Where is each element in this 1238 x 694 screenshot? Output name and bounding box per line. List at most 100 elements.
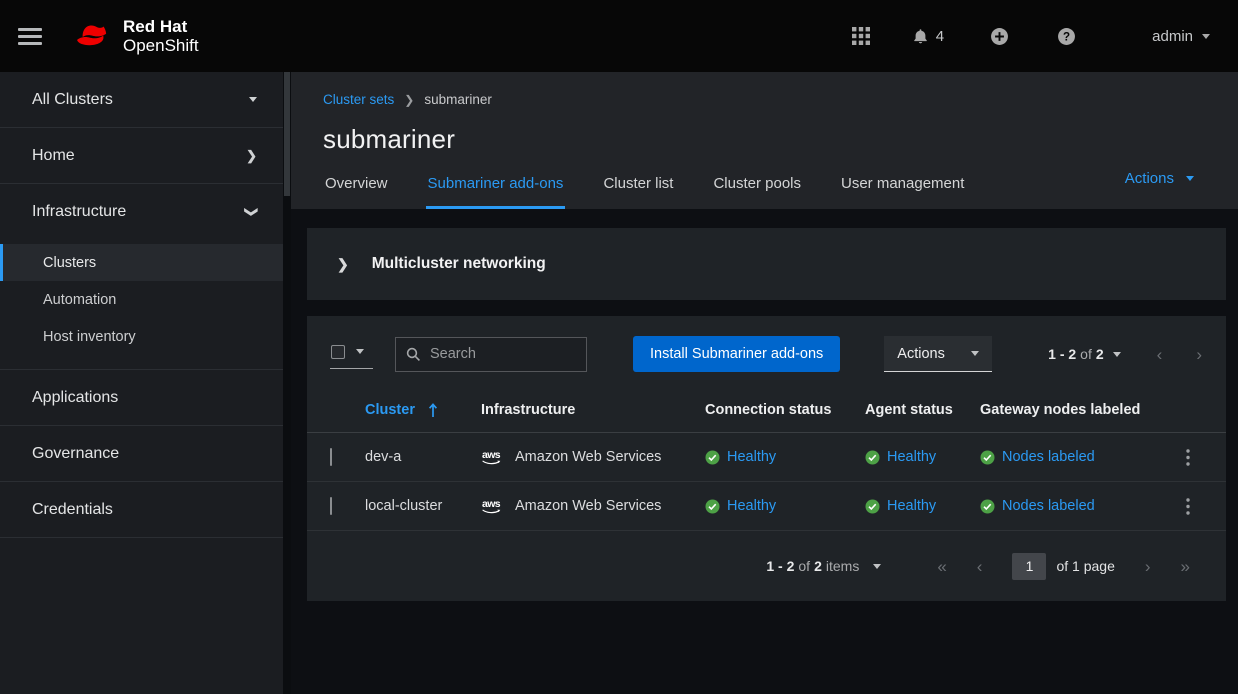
- sidebar-item-host-inventory[interactable]: Host inventory: [0, 318, 283, 355]
- gateway-status-link[interactable]: Nodes labeled: [1002, 449, 1095, 465]
- breadcrumb-link-cluster-sets[interactable]: Cluster sets: [323, 92, 394, 107]
- check-circle-icon: [980, 499, 995, 514]
- sidebar-item-governance[interactable]: Governance: [0, 426, 283, 482]
- sidebar-item-label: Home: [32, 147, 75, 165]
- install-submariner-button[interactable]: Install Submariner add-ons: [633, 336, 840, 372]
- user-menu[interactable]: admin: [1152, 28, 1210, 45]
- sidebar-scrollbar[interactable]: [283, 72, 291, 694]
- bottom-pagination: 1 - 2 of 2 items « ‹ of 1 page › »: [307, 531, 1226, 601]
- aws-icon: aws: [481, 448, 506, 466]
- page-title: submariner: [323, 124, 1198, 155]
- check-circle-icon: [865, 450, 880, 465]
- redhat-hat-icon: [68, 19, 114, 53]
- page-actions-dropdown[interactable]: Actions: [1125, 170, 1194, 187]
- pagination-total: 2: [1096, 346, 1104, 362]
- sidebar-item-clusters[interactable]: Clusters: [0, 244, 283, 281]
- redhat-openshift-logo: Red Hat OpenShift: [68, 17, 199, 55]
- sort-ascending-icon: [428, 403, 438, 418]
- check-circle-icon: [865, 499, 880, 514]
- agent-status-link[interactable]: Healthy: [887, 449, 936, 465]
- caret-down-icon: [356, 349, 364, 354]
- tab-cluster-list[interactable]: Cluster list: [601, 175, 675, 209]
- networking-card-title: Multicluster networking: [372, 255, 546, 273]
- table-header-row: Cluster Infrastructure Connection status…: [307, 388, 1226, 433]
- username: admin: [1152, 28, 1193, 45]
- row-kebab-menu[interactable]: [1182, 494, 1194, 519]
- breadcrumb-separator-icon: ❯: [404, 93, 414, 107]
- aws-icon: aws: [481, 497, 506, 515]
- tab-submariner-add-ons[interactable]: Submariner add-ons: [426, 175, 566, 209]
- brand-line2: OpenShift: [123, 36, 199, 55]
- caret-down-icon: [1186, 176, 1194, 181]
- svg-text:aws: aws: [482, 498, 501, 510]
- search-icon: [406, 347, 421, 362]
- pagination-items-word: items: [826, 558, 859, 574]
- caret-down-icon: [249, 97, 257, 102]
- table-row: dev-a aws Amazon Web Services: [307, 433, 1226, 482]
- prev-page-icon[interactable]: ‹: [977, 558, 983, 575]
- sidebar-item-infrastructure[interactable]: Infrastructure ❯: [0, 184, 283, 240]
- connection-status: Healthy: [705, 498, 865, 514]
- prev-page-icon[interactable]: ‹: [1157, 346, 1163, 363]
- perspective-switcher[interactable]: All Clusters: [0, 72, 283, 128]
- next-page-icon[interactable]: ›: [1196, 346, 1202, 363]
- table-actions-dropdown[interactable]: Actions: [884, 336, 992, 372]
- masthead: Red Hat OpenShift 4: [0, 0, 1238, 72]
- help-icon[interactable]: ?: [1057, 27, 1076, 46]
- bulk-select-dropdown[interactable]: [330, 340, 373, 369]
- scrollbar-thumb[interactable]: [284, 72, 290, 196]
- tab-cluster-pools[interactable]: Cluster pools: [711, 175, 803, 209]
- svg-text:aws: aws: [482, 449, 501, 461]
- multicluster-networking-card: ❯ Multicluster networking: [307, 228, 1226, 300]
- gateway-status: Nodes labeled: [980, 449, 1160, 465]
- pagination-summary-dropdown[interactable]: 1 - 2 of 2 items: [766, 558, 881, 574]
- table-actions-label: Actions: [897, 346, 945, 362]
- page-of-label: of 1 page: [1056, 558, 1114, 574]
- column-header-gateway-nodes[interactable]: Gateway nodes labeled: [980, 402, 1140, 418]
- infrastructure-submenu: Clusters Automation Host inventory: [0, 240, 283, 370]
- search-box: [395, 337, 587, 372]
- row-checkbox[interactable]: [330, 448, 332, 466]
- row-kebab-menu[interactable]: [1182, 445, 1194, 470]
- column-header-cluster[interactable]: Cluster: [365, 402, 481, 418]
- sidebar-item-credentials[interactable]: Credentials: [0, 482, 283, 538]
- pagination-total: 2: [814, 558, 822, 574]
- notifications-button[interactable]: 4: [912, 28, 944, 45]
- page-number-input[interactable]: [1012, 553, 1046, 580]
- search-input[interactable]: [430, 346, 576, 362]
- expand-chevron-right-icon[interactable]: ❯: [337, 256, 349, 273]
- sidebar: All Clusters Home ❯ Infrastructure ❯ Clu…: [0, 72, 283, 694]
- row-checkbox[interactable]: [330, 497, 332, 515]
- bell-icon: [912, 28, 929, 45]
- column-header-agent-status[interactable]: Agent status: [865, 402, 953, 418]
- sidebar-item-automation[interactable]: Automation: [0, 281, 283, 318]
- check-circle-icon: [705, 450, 720, 465]
- agent-status-link[interactable]: Healthy: [887, 498, 936, 514]
- app-launcher-icon[interactable]: [852, 27, 870, 45]
- sidebar-item-label: Credentials: [32, 501, 113, 519]
- select-all-checkbox[interactable]: [331, 345, 345, 359]
- pagination-menu-caret-icon[interactable]: [1113, 352, 1121, 357]
- next-page-icon[interactable]: ›: [1145, 558, 1151, 575]
- first-page-icon[interactable]: «: [937, 558, 946, 575]
- agent-status: Healthy: [865, 498, 980, 514]
- sidebar-item-home[interactable]: Home ❯: [0, 128, 283, 184]
- last-page-icon[interactable]: »: [1181, 558, 1190, 575]
- tab-overview[interactable]: Overview: [323, 175, 390, 209]
- tab-user-management[interactable]: User management: [839, 175, 966, 209]
- gateway-status-link[interactable]: Nodes labeled: [1002, 498, 1095, 514]
- create-plus-icon[interactable]: [990, 27, 1009, 46]
- chevron-right-icon: ❯: [246, 148, 257, 164]
- caret-down-icon: [971, 351, 979, 356]
- main-content: Cluster sets ❯ submariner submariner Ove…: [291, 72, 1238, 694]
- perspective-label: All Clusters: [32, 91, 113, 109]
- sidebar-item-applications[interactable]: Applications: [0, 370, 283, 426]
- column-header-connection-status[interactable]: Connection status: [705, 402, 831, 418]
- column-header-infrastructure[interactable]: Infrastructure: [481, 402, 575, 418]
- connection-status-link[interactable]: Healthy: [727, 449, 776, 465]
- page-header: Cluster sets ❯ submariner submariner Ove…: [291, 72, 1238, 209]
- nav-toggle-icon[interactable]: [18, 28, 42, 45]
- connection-status: Healthy: [705, 449, 865, 465]
- sidebar-item-label: Automation: [43, 292, 116, 308]
- connection-status-link[interactable]: Healthy: [727, 498, 776, 514]
